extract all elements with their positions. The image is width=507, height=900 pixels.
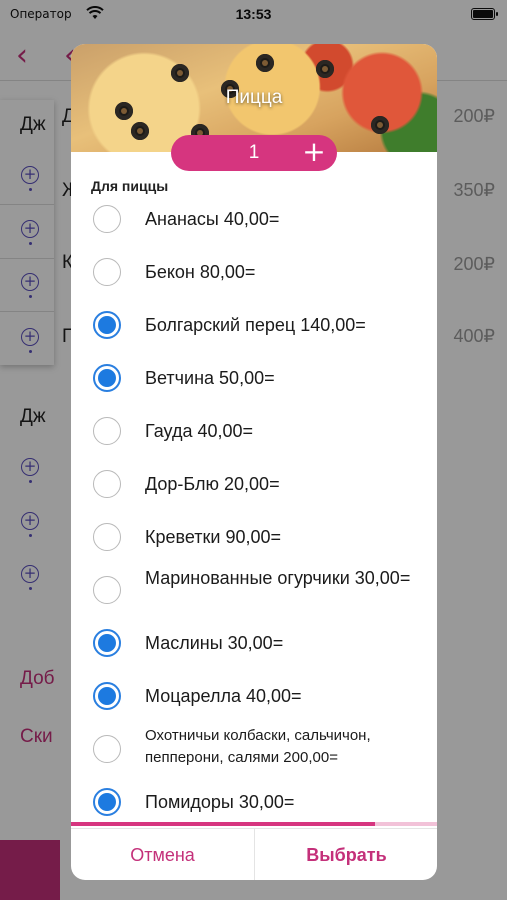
topping-label: Дор-Блю 20,00= <box>145 474 280 494</box>
topping-option[interactable]: Гауда 40,00= <box>71 406 437 456</box>
radio-selected-icon[interactable] <box>93 788 121 816</box>
olive-decoration <box>131 122 149 140</box>
topping-option[interactable]: Маринованные огурчики 30,00= <box>71 565 437 615</box>
radio-unselected-icon[interactable] <box>93 470 121 498</box>
radio-unselected-icon[interactable] <box>93 576 121 604</box>
select-button[interactable]: Выбрать <box>255 829 437 880</box>
topping-option[interactable]: Ветчина 50,00= <box>71 353 437 403</box>
radio-selected-icon[interactable] <box>93 311 121 339</box>
topping-label: Моцарелла 40,00= <box>145 686 302 706</box>
topping-option[interactable]: Бекон 80,00= <box>71 247 437 297</box>
topping-label: Охотничьи колбаски, сальчичон, пепперони… <box>145 727 371 766</box>
radio-unselected-icon[interactable] <box>93 735 121 763</box>
plus-icon[interactable]: + <box>301 136 327 168</box>
topping-label: Гауда 40,00= <box>145 421 254 441</box>
cancel-button[interactable]: Отмена <box>71 829 254 880</box>
radio-unselected-icon[interactable] <box>93 205 121 233</box>
scroll-progress-bar <box>71 822 437 826</box>
radio-selected-icon[interactable] <box>93 629 121 657</box>
topping-label: Ветчина 50,00= <box>145 368 275 388</box>
topping-option[interactable]: Болгарский перец 140,00= <box>71 300 437 350</box>
radio-unselected-icon[interactable] <box>93 417 121 445</box>
topping-label: Помидоры 30,00= <box>145 792 295 812</box>
radio-unselected-icon[interactable] <box>93 523 121 551</box>
topping-label: Ананасы 40,00= <box>145 209 280 229</box>
olive-decoration <box>316 60 334 78</box>
topping-label: Креветки 90,00= <box>145 527 282 547</box>
olive-decoration <box>256 54 274 72</box>
topping-label: Бекон 80,00= <box>145 262 256 282</box>
topping-option[interactable]: Охотничьи колбаски, сальчичон, пепперони… <box>71 724 437 774</box>
radio-unselected-icon[interactable] <box>93 258 121 286</box>
topping-label: Маринованные огурчики 30,00= <box>145 568 411 588</box>
toppings-dialog: Пицца 1 + Для пиццы Ананасы 40,00= Бекон … <box>71 44 437 880</box>
scroll-progress-fill <box>71 822 375 826</box>
radio-selected-icon[interactable] <box>93 364 121 392</box>
dialog-title: Пицца <box>225 87 283 108</box>
topping-option[interactable]: Маслины 30,00= <box>71 618 437 668</box>
topping-option[interactable]: Моцарелла 40,00= <box>71 671 437 721</box>
olive-decoration <box>171 64 189 82</box>
topping-option[interactable]: Креветки 90,00= <box>71 512 437 562</box>
quantity-stepper[interactable]: 1 + <box>171 135 337 171</box>
topping-option[interactable]: Дор-Блю 20,00= <box>71 459 437 509</box>
olive-decoration <box>371 116 389 134</box>
section-label: Для пиццы <box>91 178 169 194</box>
dialog-footer: Отмена Выбрать <box>71 828 437 880</box>
topping-option[interactable]: Ананасы 40,00= <box>71 194 437 244</box>
radio-selected-icon[interactable] <box>93 682 121 710</box>
topping-option[interactable]: Помидоры 30,00= <box>71 777 437 827</box>
topping-label: Маслины 30,00= <box>145 633 284 653</box>
topping-label: Болгарский перец 140,00= <box>145 315 366 335</box>
